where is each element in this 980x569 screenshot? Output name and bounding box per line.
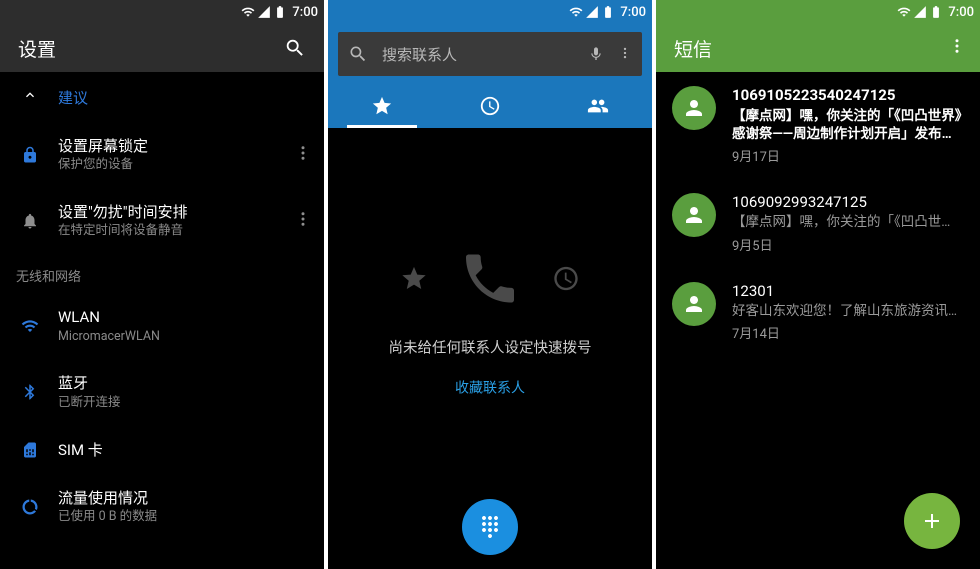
dialer-screen: 7:00 搜索联系人 尚未给任何联系人设定快速拨号 <box>328 0 652 569</box>
message-thread[interactable]: 1069092993247125 【摩点网】嘿，你关注的「《凹凸世… 9月5日 <box>656 179 980 268</box>
item-title: 设置"勿扰"时间安排 <box>58 202 292 222</box>
tab-contacts[interactable] <box>544 84 652 128</box>
wifi-icon <box>20 317 40 335</box>
search-box[interactable]: 搜索联系人 <box>338 32 642 76</box>
sms-screen: 7:00 短信 1069105223540247125 【摩点网】嘿，你关注的「… <box>656 0 980 569</box>
item-title: 设置屏幕锁定 <box>58 136 292 156</box>
status-bar: 7:00 <box>328 0 652 24</box>
tab-favorites[interactable] <box>328 84 436 128</box>
item-subtitle: 已断开连接 <box>58 395 314 412</box>
person-icon <box>682 292 706 316</box>
setting-item-sim[interactable]: SIM 卡 <box>0 426 324 474</box>
page-title: 短信 <box>674 35 948 62</box>
preview: 【摩点网】嘿，你关注的「《凹凸世… <box>732 213 964 231</box>
mic-icon[interactable] <box>588 46 604 62</box>
message-thread[interactable]: 1069105223540247125 【摩点网】嘿，你关注的「《凹凸世界》感谢… <box>656 72 980 179</box>
data-usage-icon <box>20 498 40 516</box>
favorite-link[interactable]: 收藏联系人 <box>328 378 652 398</box>
more-icon[interactable] <box>292 210 314 232</box>
suggestion-item-dnd[interactable]: 设置"勿扰"时间安排 在特定时间将设备静音 <box>0 188 324 254</box>
status-bar: 7:00 <box>0 0 324 24</box>
search-placeholder: 搜索联系人 <box>382 44 574 65</box>
bell-icon <box>20 212 40 230</box>
battery-icon <box>273 5 287 19</box>
clock-icon <box>552 265 580 293</box>
tabs <box>328 84 652 128</box>
sender: 1069092993247125 <box>732 193 964 213</box>
people-icon <box>587 95 609 117</box>
sim-icon <box>20 441 40 459</box>
suggestion-toggle[interactable]: 建议 <box>0 72 324 122</box>
settings-screen: 7:00 设置 建议 设置屏幕锁定 保护您的设备 设置"勿扰"时间安排 在特定时… <box>0 0 324 569</box>
dialpad-icon <box>478 515 502 539</box>
search-icon[interactable] <box>284 37 306 59</box>
dialer-body: 尚未给任何联系人设定快速拨号 收藏联系人 <box>328 128 652 569</box>
avatar <box>672 282 716 326</box>
sender: 12301 <box>732 282 964 302</box>
date: 9月17日 <box>732 146 964 165</box>
more-icon[interactable] <box>948 36 966 60</box>
setting-item-bluetooth[interactable]: 蓝牙 已断开连接 <box>0 359 324 425</box>
suggestion-item-lock[interactable]: 设置屏幕锁定 保护您的设备 <box>0 122 324 188</box>
person-icon <box>682 203 706 227</box>
wifi-icon <box>241 5 255 19</box>
phone-icon <box>458 247 522 311</box>
setting-item-data[interactable]: 流量使用情况 已使用 0 B 的数据 <box>0 474 324 540</box>
status-time: 7:00 <box>948 5 974 20</box>
item-title: WLAN <box>58 307 314 327</box>
compose-fab[interactable] <box>904 493 960 549</box>
message-thread[interactable]: 12301 好客山东欢迎您！了解山东旅游资讯… 7月14日 <box>656 268 980 357</box>
lock-icon <box>20 146 40 164</box>
preview: 好客山东欢迎您！了解山东旅游资讯… <box>732 302 964 320</box>
avatar <box>672 193 716 237</box>
more-icon[interactable] <box>292 144 314 166</box>
item-title: SIM 卡 <box>58 440 314 460</box>
suggestion-label: 建议 <box>58 87 88 108</box>
empty-message: 尚未给任何联系人设定快速拨号 <box>328 337 652 358</box>
bluetooth-icon <box>20 383 40 401</box>
item-subtitle: 保护您的设备 <box>58 157 292 174</box>
settings-header: 设置 <box>0 24 324 72</box>
signal-icon <box>257 5 271 19</box>
preview: 【摩点网】嘿，你关注的「《凹凸世界》感谢祭——周边制作计划开启」发布了更新。打开… <box>732 107 964 143</box>
page-title: 设置 <box>18 35 284 62</box>
dialpad-fab[interactable] <box>462 499 518 555</box>
setting-item-wlan[interactable]: WLAN MicromacerWLAN <box>0 293 324 359</box>
star-icon <box>400 265 428 293</box>
person-icon <box>682 96 706 120</box>
item-title: 流量使用情况 <box>58 488 314 508</box>
search-icon <box>348 44 368 64</box>
empty-state: 尚未给任何联系人设定快速拨号 收藏联系人 <box>328 247 652 398</box>
date: 9月5日 <box>732 235 964 254</box>
star-icon <box>371 95 393 117</box>
signal-icon <box>913 5 927 19</box>
item-subtitle: MicromacerWLAN <box>58 329 314 346</box>
history-icon <box>479 95 501 117</box>
item-title: 蓝牙 <box>58 373 314 393</box>
status-bar: 7:00 <box>656 0 980 24</box>
signal-icon <box>585 5 599 19</box>
item-subtitle: 在特定时间将设备静音 <box>58 223 292 240</box>
item-subtitle: 已使用 0 B 的数据 <box>58 509 314 526</box>
status-time: 7:00 <box>292 5 318 20</box>
tab-history[interactable] <box>436 84 544 128</box>
sms-header: 短信 <box>656 24 980 72</box>
wifi-icon <box>897 5 911 19</box>
wifi-icon <box>569 5 583 19</box>
chevron-up-icon <box>20 87 40 107</box>
status-time: 7:00 <box>620 5 646 20</box>
avatar <box>672 86 716 130</box>
date: 7月14日 <box>732 323 964 342</box>
battery-icon <box>601 5 615 19</box>
more-icon[interactable] <box>618 44 632 65</box>
plus-icon <box>920 509 944 533</box>
section-header: 无线和网络 <box>0 254 324 293</box>
sender: 1069105223540247125 <box>732 86 964 106</box>
battery-icon <box>929 5 943 19</box>
